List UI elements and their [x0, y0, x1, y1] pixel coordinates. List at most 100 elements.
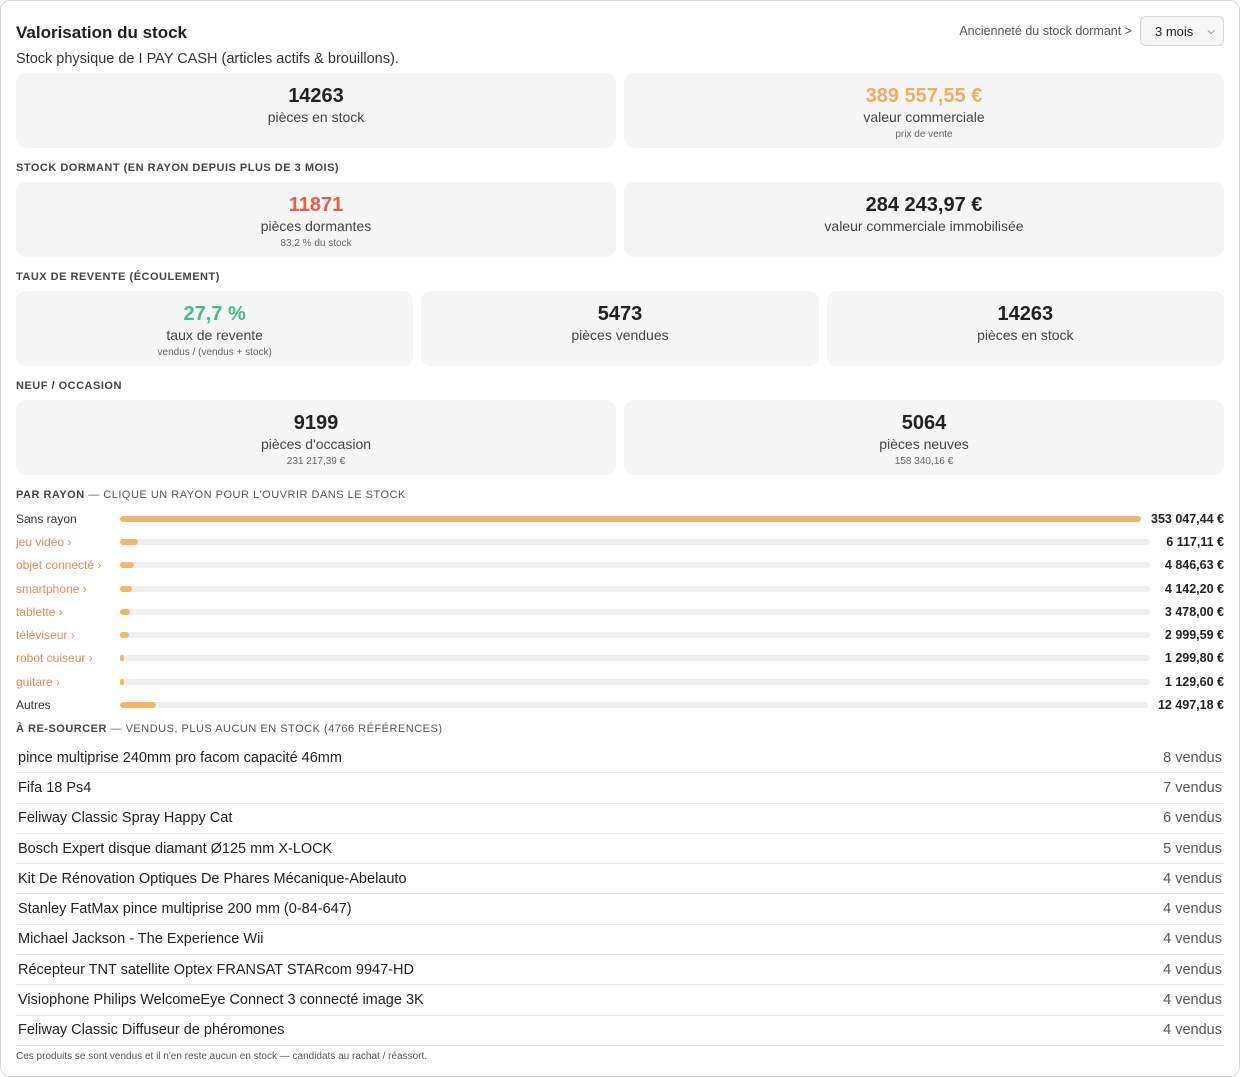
resource-heading-strong: À RE-SOURCER: [16, 723, 107, 735]
department-bar-fill: [120, 632, 129, 639]
resource-item-name: Récepteur TNT satellite Optex FRANSAT ST…: [18, 961, 414, 978]
department-bar-track: [120, 702, 1148, 709]
department-row: Sans rayon 353 047,44 €: [16, 507, 1224, 530]
department-bar-track: [120, 655, 1150, 662]
turnover-row: 27,7 % taux de revente vendus / (vendus …: [16, 291, 1224, 366]
department-bar-fill: [120, 562, 135, 569]
resource-footnote: Ces produits se sont vendus et il n'en r…: [16, 1051, 428, 1062]
stat-card-stock-pieces-2: 14263 pièces en stock: [826, 291, 1224, 366]
stat-label: taux de revente: [166, 327, 263, 343]
stat-card-immobilized-value: 284 243,97 € valeur commerciale immobili…: [624, 182, 1224, 257]
resource-item-name: Feliway Classic Spray Happy Cat: [18, 810, 233, 827]
department-name[interactable]: smartphone ›: [16, 582, 120, 596]
stat-sublabel: prix de vente: [895, 129, 953, 140]
department-value: 3 478,00 €: [1164, 604, 1224, 619]
department-bar-fill: [120, 655, 124, 662]
stat-card-new-pieces: 5064 pièces neuves 158 340,16 €: [624, 400, 1224, 475]
stat-label: pièces dormantes: [260, 218, 372, 234]
dormant-age-select[interactable]: 3 mois ⌵: [1140, 16, 1224, 46]
resource-item-count: 8 vendus: [1163, 749, 1222, 766]
resource-item-count: 6 vendus: [1163, 810, 1222, 827]
resource-list-item: Michael Jackson - The Experience Wii 4 ve…: [16, 925, 1224, 956]
resource-item-count: 5 vendus: [1163, 840, 1222, 857]
stat-value: 14263: [997, 303, 1054, 325]
department-bars: Sans rayon 353 047,44 € jeu vidéo › 6 117,1…: [16, 507, 1224, 717]
stat-label: pièces en stock: [267, 109, 365, 125]
stat-label: valeur commerciale: [863, 109, 985, 125]
department-bar-fill: [120, 608, 131, 615]
department-row[interactable]: robot cuiseur › 1 299,80 €: [16, 647, 1224, 670]
department-heading-hint: — CLIQUE UN RAYON POUR L'OUVRIR DANS LE …: [88, 489, 406, 501]
department-name[interactable]: guitare ›: [16, 675, 120, 689]
resource-list-item: Kit De Rénovation Optiques De Phares Méc…: [16, 864, 1224, 895]
department-name: Autres: [16, 698, 51, 713]
department-row: Autres 12 497,18 €: [16, 693, 1224, 716]
stat-value: 284 243,97 €: [865, 194, 983, 216]
department-value: 4 142,20 €: [1164, 581, 1224, 596]
department-name[interactable]: tablette ›: [16, 605, 120, 619]
department-value: 4 846,63 €: [1164, 558, 1224, 573]
stat-sublabel: 83,2 % du stock: [280, 238, 352, 249]
stat-value: 27,7 %: [183, 303, 246, 325]
department-row[interactable]: smartphone › 4 142,20 €: [16, 577, 1224, 600]
chevron-down-icon: ⌵: [1207, 25, 1215, 37]
department-value: 12 497,18 €: [1157, 698, 1224, 713]
stat-sublabel: vendus / (vendus + stock): [157, 347, 272, 358]
stat-sublabel: 231 217,39 €: [286, 456, 346, 467]
resource-item-count: 4 vendus: [1163, 961, 1222, 978]
resource-item-count: 4 vendus: [1163, 901, 1222, 918]
resource-item-name: Kit De Rénovation Optiques De Phares Méc…: [18, 870, 407, 887]
department-value: 1 299,80 €: [1164, 651, 1224, 666]
department-value: 353 047,44 €: [1151, 511, 1224, 526]
stat-value: 9199: [293, 412, 339, 434]
resource-item-name: Fifa 18 Ps4: [18, 779, 92, 796]
department-value: 6 117,11 €: [1166, 534, 1224, 549]
stat-card-dormant-pieces: 11871 pièces dormantes 83,2 % du stock: [16, 182, 616, 257]
section-heading-department: PAR RAYON — CLIQUE UN RAYON POUR L'OUVRI…: [16, 489, 406, 501]
dormant-age-label: Ancienneté du stock dormant >: [959, 24, 1132, 38]
resource-item-name: Stanley FatMax pince multiprise 200 mm (…: [18, 901, 352, 918]
department-bar-track: [120, 562, 1150, 569]
stat-value: 5473: [597, 303, 643, 325]
department-name[interactable]: jeu vidéo ›: [16, 535, 120, 549]
department-row[interactable]: tablette › 3 478,00 €: [16, 600, 1224, 623]
department-name[interactable]: téléviseur ›: [16, 628, 120, 642]
section-heading-dormant: STOCK DORMANT (EN RAYON DEPUIS PLUS DE 3…: [16, 162, 340, 174]
resource-list-item: Feliway Classic Spray Happy Cat 6 vendus: [16, 804, 1224, 834]
department-row[interactable]: jeu vidéo › 6 117,11 €: [16, 530, 1224, 553]
department-bar-fill: [120, 515, 1141, 522]
department-bar-track: [120, 515, 1141, 522]
resource-item-count: 4 vendus: [1163, 992, 1222, 1009]
stat-card-commercial-value: 389 557,55 € valeur commerciale prix de …: [624, 73, 1224, 148]
stat-value: 14263: [288, 85, 344, 107]
summary-row: 14263 pièces en stock 389 557,55 € valeu…: [16, 73, 1224, 148]
dormant-age-control: Ancienneté du stock dormant > 3 mois ⌵: [959, 16, 1224, 46]
resource-list-item: Feliway Classic Diffuseur de phéromones 4…: [16, 1016, 1224, 1046]
resource-list-item: Stanley FatMax pince multiprise 200 mm (…: [16, 894, 1224, 925]
department-value: 1 129,60 €: [1164, 674, 1224, 689]
resource-list-item: pince multiprise 240mm pro facom capacit…: [16, 743, 1224, 774]
section-heading-resource: À RE-SOURCER — VENDUS, PLUS AUCUN EN STO…: [16, 723, 443, 735]
resource-list-item: Récepteur TNT satellite Optex FRANSAT ST…: [16, 955, 1224, 986]
department-row[interactable]: guitare › 1 129,60 €: [16, 670, 1224, 693]
section-heading-turnover: TAUX DE REVENTE (ÉCOULEMENT): [16, 271, 220, 283]
condition-row: 9199 pièces d'occasion 231 217,39 € 5064…: [16, 400, 1224, 475]
department-bar-track: [120, 632, 1150, 639]
department-row[interactable]: téléviseur › 2 999,59 €: [16, 623, 1224, 646]
department-value: 2 999,59 €: [1164, 628, 1224, 643]
resource-item-count: 4 vendus: [1163, 1022, 1222, 1039]
resource-list: pince multiprise 240mm pro facom capacit…: [16, 743, 1224, 1046]
department-bar-track: [120, 678, 1150, 685]
stat-label: pièces vendues: [571, 327, 669, 343]
stat-card-sold-pieces: 5473 pièces vendues: [421, 291, 819, 366]
department-row[interactable]: objet connecté › 4 846,63 €: [16, 554, 1224, 577]
resource-item-name: Visiophone Philips WelcomeEye Connect 3 …: [18, 992, 424, 1009]
dormant-age-select-value: 3 mois: [1155, 23, 1194, 39]
page-subtitle: Stock physique de I PAY CASH (articles a…: [16, 51, 399, 67]
resource-item-count: 7 vendus: [1163, 779, 1222, 796]
department-name[interactable]: objet connecté ›: [16, 558, 120, 572]
stat-card-resale-rate: 27,7 % taux de revente vendus / (vendus …: [16, 291, 414, 366]
department-name[interactable]: robot cuiseur ›: [16, 651, 120, 665]
stat-card-used-pieces: 9199 pièces d'occasion 231 217,39 €: [16, 400, 616, 475]
resource-item-name: pince multiprise 240mm pro facom capacit…: [18, 749, 342, 766]
